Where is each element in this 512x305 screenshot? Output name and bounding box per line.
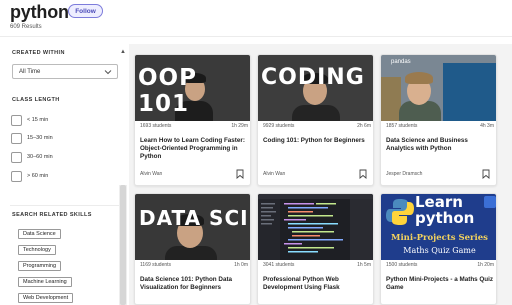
sidebar-divider	[10, 205, 122, 206]
skill-tag[interactable]: Web Development	[18, 293, 74, 303]
class-duration: 2h 6m	[357, 123, 371, 129]
length-option[interactable]: 15–30 min	[11, 132, 53, 144]
class-duration: 1h 5m	[357, 262, 371, 268]
class-card[interactable]: CODING 9929 students 2h 6m Coding 101: P…	[257, 54, 374, 186]
card-meta: 1857 students 4h 3m	[386, 123, 494, 129]
length-option[interactable]: > 60 min	[11, 170, 48, 182]
class-duration: 1h 0m	[234, 262, 248, 268]
card-meta: 1500 students 1h 20m	[386, 262, 494, 268]
class-card[interactable]: DATA SCI 1169 students 1h 0m Data Scienc…	[134, 193, 251, 305]
thumbnail-text: OOP 101	[138, 65, 197, 117]
student-count: 9929 students	[263, 123, 295, 129]
code-editor-image	[258, 194, 373, 260]
length-option-label: 15–30 min	[27, 135, 53, 141]
thumbnail-shelf	[381, 77, 401, 121]
class-card[interactable]: OOP 101 1693 students 1h 29m Learn How t…	[134, 54, 251, 186]
checkbox[interactable]	[11, 132, 22, 144]
class-card[interactable]: pandas 1857 students 4h 3m Data Science …	[380, 54, 497, 186]
card-thumbnail[interactable]: OOP 101	[135, 55, 250, 121]
length-option-label: 30–60 min	[27, 154, 53, 160]
results-count: 609 Results	[10, 24, 42, 30]
thumbnail-subtitle: Mini-Projects Series	[391, 233, 488, 243]
card-meta: 9929 students 2h 6m	[263, 123, 371, 129]
bookmark-icon[interactable]	[236, 169, 244, 179]
student-count: 1857 students	[386, 123, 418, 129]
class-title[interactable]: Data Science 101: Python Data Visualizat…	[140, 276, 248, 292]
checkbox[interactable]	[11, 170, 22, 182]
sidebar-scroll-thumb[interactable]	[120, 185, 126, 305]
page-header: python Follow 609 Results	[0, 0, 512, 40]
class-title[interactable]: Python Mini-Projects - a Maths Quiz Game	[386, 276, 494, 292]
length-option[interactable]: 30–60 min	[11, 151, 53, 163]
collapse-caret-icon[interactable]: ▲	[120, 49, 126, 55]
class-title[interactable]: Data Science and Business Analytics with…	[386, 137, 494, 153]
bookmark-icon[interactable]	[359, 169, 367, 179]
follow-button[interactable]: Follow	[68, 4, 103, 18]
skill-tag[interactable]: Technology	[18, 245, 56, 255]
card-thumbnail[interactable]: pandas	[381, 55, 496, 121]
thumbnail-text: DATA SCI	[139, 206, 249, 230]
class-card[interactable]: 3041 students 1h 5m Professional Python …	[257, 193, 374, 305]
card-meta: 1169 students 1h 0m	[140, 262, 248, 268]
card-thumbnail[interactable]: DATA SCI	[135, 194, 250, 260]
thumbnail-text: CODING	[261, 65, 365, 90]
student-count: 1693 students	[140, 123, 172, 129]
thumbnail-subtitle-2: Maths Quiz Game	[403, 246, 476, 255]
class-title[interactable]: Learn How to Learn Coding Faster: Object…	[140, 137, 248, 161]
thumbnail-text: Learn python	[415, 194, 475, 227]
class-duration: 1h 29m	[231, 123, 248, 129]
student-count: 1500 students	[386, 262, 418, 268]
created-within-title: CREATED WITHIN	[12, 50, 65, 56]
skill-tag[interactable]: Data Science	[18, 229, 61, 239]
class-title[interactable]: Professional Python Web Development Usin…	[263, 276, 371, 292]
related-skills-title: SEARCH RELATED SKILLS	[12, 212, 92, 218]
class-length-title: CLASS LENGTH	[12, 97, 60, 103]
python-logo-icon	[386, 199, 414, 225]
length-option-label: < 15 min	[27, 117, 49, 123]
class-title[interactable]: Coding 101: Python for Beginners	[263, 137, 371, 145]
skill-tag[interactable]: Programming	[18, 261, 62, 271]
class-card[interactable]: Learn python Mini-Projects Series Maths …	[380, 193, 497, 305]
thumbnail-text: pandas	[391, 59, 411, 65]
bookmark-icon[interactable]	[482, 169, 490, 179]
card-thumbnail[interactable]	[258, 194, 373, 260]
student-count: 1169 students	[140, 262, 172, 268]
card-meta: 3041 students 1h 5m	[263, 262, 371, 268]
teacher-name[interactable]: Alvin Wan	[140, 171, 162, 177]
card-thumbnail[interactable]: Learn python Mini-Projects Series Maths …	[381, 194, 496, 260]
card-meta: 1693 students 1h 29m	[140, 123, 248, 129]
card-thumbnail[interactable]: CODING	[258, 55, 373, 121]
teacher-name[interactable]: Alvin Wan	[263, 171, 285, 177]
bookmark-badge-icon	[484, 196, 496, 208]
length-option-label: > 60 min	[27, 173, 49, 179]
class-duration: 1h 20m	[477, 262, 494, 268]
skill-tag[interactable]: Machine Learning	[18, 277, 72, 287]
page-title: python	[10, 2, 69, 22]
header-divider	[0, 36, 512, 37]
length-option[interactable]: < 15 min	[11, 114, 48, 126]
class-duration: 4h 3m	[480, 123, 494, 129]
checkbox[interactable]	[11, 114, 22, 126]
chevron-down-icon	[104, 70, 112, 75]
checkbox[interactable]	[11, 151, 22, 163]
thumbnail-poster	[443, 63, 496, 121]
student-count: 3041 students	[263, 262, 295, 268]
created-within-select[interactable]: All Time	[12, 64, 118, 79]
teacher-name[interactable]: Jesper Dramsch	[386, 171, 422, 177]
created-within-value: All Time	[19, 69, 41, 75]
